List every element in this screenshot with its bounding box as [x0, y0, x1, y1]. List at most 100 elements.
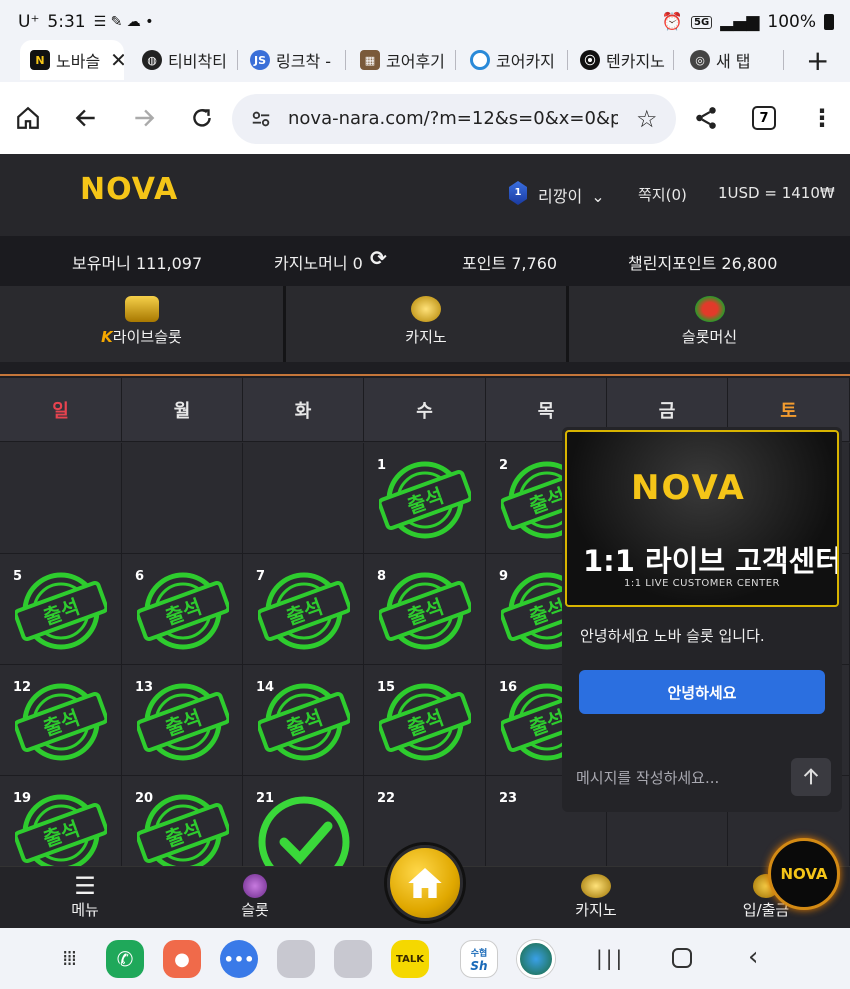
- banner-logo: NOVA: [631, 468, 746, 508]
- weekday-header: 화: [243, 378, 364, 442]
- calendar-day-cell: 7 출석: [243, 554, 364, 665]
- category-casino[interactable]: 카지노: [286, 286, 566, 362]
- tab-label: 노바슬: [56, 52, 101, 71]
- slot-coin-icon: [694, 296, 725, 322]
- attendance-stamp-icon: 출석: [379, 572, 471, 650]
- calendar-day-cell: 19 출석: [0, 776, 122, 868]
- home-button[interactable]: [387, 845, 463, 921]
- js-favicon-icon: JS: [250, 50, 270, 70]
- refresh-icon[interactable]: ⟳: [370, 246, 387, 270]
- tab-count-button[interactable]: 7: [748, 102, 780, 134]
- day-number: 22: [377, 791, 396, 806]
- divider: [0, 362, 850, 376]
- tab-nova[interactable]: N 노바슬 ✕: [20, 40, 124, 80]
- bank-label: Sh: [470, 958, 488, 973]
- weekday-header: 수: [364, 378, 486, 442]
- folder-app-icon[interactable]: [277, 940, 315, 978]
- bank-app-icon[interactable]: 수협 Sh: [460, 940, 498, 978]
- tab-core-review[interactable]: ▦ 코어후기: [350, 40, 456, 80]
- globe-icon: ◍: [142, 50, 162, 70]
- chat-greeting: 안녕하세요 노바 슬롯 입니다.: [580, 627, 765, 645]
- attendance-stamp-icon: 출석: [258, 572, 350, 650]
- contacts-app-icon[interactable]: ●: [163, 940, 201, 978]
- bank-top-label: 수협: [470, 948, 488, 959]
- nav-casino-label: 카지노: [575, 901, 617, 919]
- share-icon[interactable]: [690, 102, 722, 134]
- nav-menu[interactable]: ☰ 메뉴: [62, 873, 108, 920]
- url-field[interactable]: nova-nara.com/?m=12&s=0&x=0&p= ☆: [232, 94, 676, 144]
- back-nav-icon[interactable]: ‹: [748, 942, 758, 972]
- chat-reply-button[interactable]: 안녕하세요: [579, 670, 825, 714]
- phone-app-icon[interactable]: ✆: [106, 940, 144, 978]
- calendar-day-cell: 13 출석: [122, 665, 243, 776]
- site-settings-icon[interactable]: [250, 108, 272, 134]
- category-label: 카지노: [405, 328, 447, 346]
- nav-slot[interactable]: 슬롯: [232, 873, 278, 920]
- tab-core-casino[interactable]: 코어카지: [460, 40, 568, 80]
- calendar-day-cell: 5 출석: [0, 554, 122, 665]
- new-tab-plus-icon[interactable]: +: [806, 44, 829, 77]
- level-number: 1: [514, 187, 522, 198]
- category-bar: K라이브슬롯 카지노 슬롯머신: [0, 286, 850, 362]
- chrome-icon: ◎: [690, 50, 710, 70]
- floating-nova-logo[interactable]: NOVA: [768, 838, 840, 910]
- tab-label: 새 탭: [716, 52, 751, 71]
- nav-casino[interactable]: 카지노: [568, 873, 624, 920]
- kakao-label: TALK: [396, 953, 424, 965]
- back-arrow-icon[interactable]: [70, 102, 102, 134]
- tab-label: 코어후기: [386, 52, 445, 71]
- close-tab-icon[interactable]: ✕: [110, 48, 124, 72]
- level-badge-icon: 1: [509, 181, 527, 205]
- home-nav-icon[interactable]: [672, 948, 692, 968]
- globe-app-icon[interactable]: [517, 940, 555, 978]
- calendar-day-cell: [243, 443, 364, 554]
- forward-arrow-icon[interactable]: [128, 102, 160, 134]
- tab-ten-casino[interactable]: ⦿ 텐카지노: [570, 40, 674, 80]
- chevron-down-icon: ⌄: [591, 187, 605, 206]
- tab-new[interactable]: ◎ 새 탭: [680, 40, 784, 80]
- site-header: NOVA 1 리깡이 ⌄ 쪽지(0) 1USD = 1410₩: [0, 154, 850, 236]
- nova-favicon-icon: N: [30, 50, 50, 70]
- points: 포인트 7,760: [462, 254, 558, 273]
- home-icon[interactable]: [12, 102, 44, 134]
- status-bar: U⁺ 5:31 ☰ ✎ ☁ • ⏰ 5G ▂▄▆ 100%: [0, 0, 850, 40]
- network-label: 5G: [690, 15, 713, 29]
- bookmark-star-icon[interactable]: ☆: [636, 105, 658, 133]
- nova-logo[interactable]: NOVA: [80, 172, 178, 207]
- attendance-stamp-icon: 출석: [379, 683, 471, 761]
- calendar-day-cell: 14 출석: [243, 665, 364, 776]
- logo-text: NOVA: [80, 172, 179, 207]
- chat-message-input[interactable]: 메시지를 작성하세요...: [576, 767, 719, 788]
- hamburger-icon: ☰: [74, 872, 96, 900]
- kakaotalk-app-icon[interactable]: TALK: [391, 940, 429, 978]
- banner-subtitle: 1:1 LIVE CUSTOMER CENTER: [624, 578, 780, 589]
- calendar-day-cell: 15 출석: [364, 665, 486, 776]
- core-favicon-icon: ▦: [360, 50, 380, 70]
- carrier-label: U⁺: [18, 12, 40, 32]
- ten-favicon-icon: ⦿: [580, 50, 600, 70]
- tab-linkchak[interactable]: JS 링크착 -: [240, 40, 346, 80]
- calendar-day-cell: 21: [243, 776, 364, 868]
- reload-icon[interactable]: [186, 102, 218, 134]
- send-arrow-icon[interactable]: [791, 758, 831, 796]
- attendance-stamp-icon: 출석: [15, 683, 107, 761]
- notification-icons: ☰ ✎ ☁ •: [93, 14, 154, 30]
- attendance-stamp-icon: 출석: [15, 572, 107, 650]
- messages-app-icon[interactable]: •••: [220, 940, 258, 978]
- chat-banner: NOVA 1:1 라이브 고객센터 1:1 LIVE CUSTOMER CENT…: [565, 430, 839, 607]
- banner-title: 1:1 라이브 고객센터: [583, 544, 839, 578]
- attendance-stamp-icon: 출석: [15, 794, 107, 868]
- app-drawer-icon[interactable]: ⁞⁞⁞: [62, 946, 77, 970]
- more-menu-icon[interactable]: ⋮: [806, 102, 838, 134]
- username-dropdown[interactable]: 리깡이 ⌄: [538, 183, 605, 207]
- category-live-slot[interactable]: K라이브슬롯: [0, 286, 283, 362]
- folder2-app-icon[interactable]: [334, 940, 372, 978]
- battery-icon: [824, 14, 834, 30]
- attendance-stamp-icon: 출석: [137, 794, 229, 868]
- category-label: 라이브슬롯: [112, 328, 182, 346]
- category-slot-machine[interactable]: 슬롯머신: [569, 286, 850, 362]
- url-text: nova-nara.com/?m=12&s=0&x=0&p=: [288, 108, 618, 129]
- messages-link[interactable]: 쪽지(0): [638, 184, 687, 205]
- tab-tvchak[interactable]: ◍ 티비착티: [132, 40, 238, 80]
- recents-icon[interactable]: |||: [596, 946, 625, 970]
